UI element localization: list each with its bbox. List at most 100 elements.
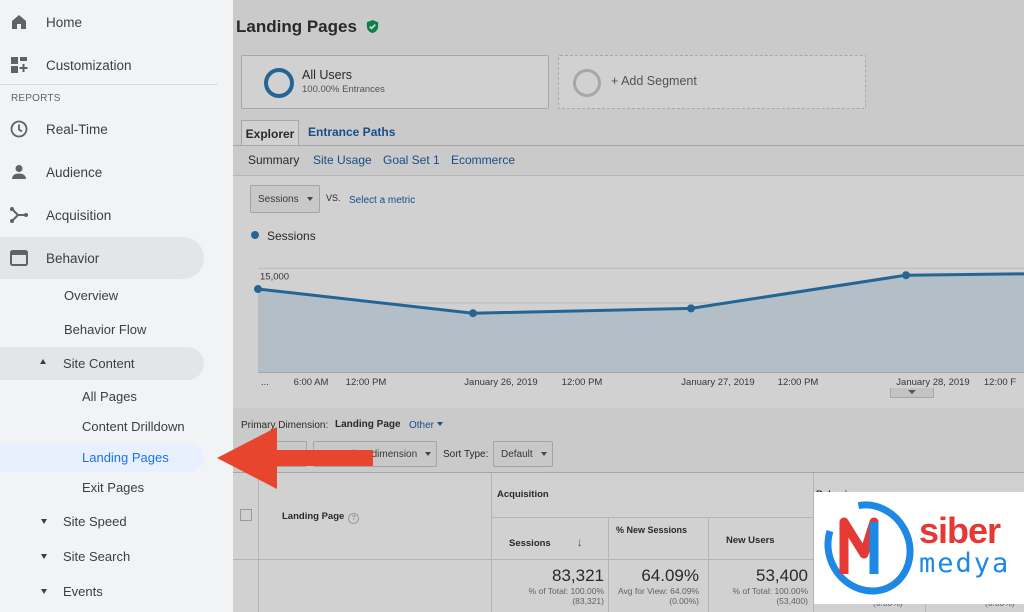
sidebar-item-audience[interactable]: Audience: [0, 151, 204, 193]
caret-down-icon: [41, 589, 47, 594]
data-point: [687, 304, 695, 313]
sidebar-item-site-speed[interactable]: Site Speed: [0, 508, 204, 536]
sessions-total-cell: 83,321 % of Total: 100.00% (83,321): [491, 566, 604, 606]
tab-explorer[interactable]: Explorer: [241, 120, 299, 146]
behavior-icon: [10, 250, 28, 266]
sidebar-item-label: Events: [63, 584, 103, 599]
acquisition-group-header: Acquisition: [497, 489, 549, 500]
sidebar-item-label: Audience: [46, 164, 103, 180]
home-icon: [12, 15, 26, 29]
subtab-site-usage[interactable]: Site Usage: [313, 153, 372, 167]
legend-label: Sessions: [267, 229, 316, 243]
area-fill: [258, 273, 1024, 372]
x-tick-label: 6:00 AM: [294, 377, 329, 388]
subtab-ecommerce[interactable]: Ecommerce: [451, 153, 515, 167]
chevron-down-icon: [540, 452, 547, 456]
divider: [233, 145, 1024, 146]
subtab-summary[interactable]: Summary: [248, 153, 299, 167]
column-label: Sessions: [509, 538, 551, 549]
sidebar-item-label: Customization: [46, 57, 132, 73]
sidebar-item-acquisition[interactable]: Acquisition: [0, 194, 204, 236]
sessions-absolute: (83,321): [572, 596, 604, 606]
sidebar-item-label: Home: [46, 14, 83, 30]
sort-type-value: Default: [501, 448, 533, 460]
sidebar-item-content-drilldown[interactable]: Content Drilldown: [82, 419, 185, 434]
new-users-percent: % of Total: 100.00%: [732, 586, 808, 596]
divider: [258, 473, 259, 612]
sidebar-item-realtime[interactable]: Real-Time: [0, 108, 204, 150]
select-all-checkbox[interactable]: [240, 509, 252, 521]
sidebar-item-label: Landing Pages: [82, 450, 169, 465]
sidebar: Home Customization REPORTS Real-Time Aud…: [0, 0, 233, 612]
sessions-percent: % of Total: 100.00%: [528, 586, 604, 596]
chart-expand-handle[interactable]: [890, 388, 934, 398]
legend-dot: [251, 231, 259, 239]
sidebar-item-landing-pages[interactable]: Landing Pages: [0, 443, 204, 472]
x-tick-label: January 26, 2019: [464, 377, 537, 388]
x-tick-label: 12:00 PM: [778, 377, 819, 388]
sidebar-item-exit-pages[interactable]: Exit Pages: [82, 480, 144, 495]
red-pointer-arrow-icon: [217, 427, 373, 489]
dimension-other[interactable]: Other: [409, 420, 444, 431]
sidebar-item-events[interactable]: Events: [0, 578, 204, 606]
new-sessions-total-cell: 64.09% Avg for View: 64.09% (0.00%): [608, 566, 699, 606]
help-icon[interactable]: ?: [348, 513, 360, 524]
sidebar-item-overview[interactable]: Overview: [64, 288, 118, 303]
sidebar-item-label: Site Search: [63, 549, 131, 564]
landing-page-column-header[interactable]: Landing Page?: [282, 511, 360, 524]
segment-all-users[interactable]: All Users 100.00% Entrances: [241, 55, 549, 109]
chevron-down-icon: [425, 452, 432, 456]
tab-entrance-paths[interactable]: Entrance Paths: [308, 125, 395, 139]
logo-text-medya: medya: [919, 548, 1011, 579]
sessions-line-chart: Sessions15,00010,0005,000...6:00 AM12:00…: [251, 229, 1024, 388]
data-point: [469, 309, 477, 318]
new-sessions-column-header[interactable]: % New Sessions: [616, 525, 687, 535]
siber-medya-logo: siber medya: [814, 492, 1024, 604]
person-icon: [12, 165, 26, 179]
sidebar-item-behavior-flow[interactable]: Behavior Flow: [64, 322, 146, 337]
reports-header: REPORTS: [11, 93, 61, 104]
divider: [0, 84, 218, 85]
new-sessions-total: 64.09%: [641, 566, 699, 585]
clock-icon: [10, 120, 28, 138]
subtab-goal-set[interactable]: Goal Set 1: [383, 153, 440, 167]
new-users-column-header[interactable]: New Users: [726, 535, 775, 546]
x-tick-label: January 27, 2019: [681, 377, 754, 388]
caret-down-icon: [41, 554, 47, 559]
chart-area: Sessions VS. Select a metric Sessions 15,…: [233, 176, 1024, 408]
sidebar-item-label: Acquisition: [46, 207, 112, 223]
data-point: [254, 285, 262, 294]
dashboard-icon: [11, 57, 28, 73]
column-label: Landing Page: [282, 511, 345, 522]
add-segment-label: + Add Segment: [611, 74, 697, 88]
sidebar-item-all-pages[interactable]: All Pages: [82, 389, 137, 404]
segment-subtitle: 100.00% Entrances: [302, 84, 385, 95]
segment-name: All Users: [302, 68, 353, 82]
dimension-other-label: Other: [409, 420, 435, 431]
sort-type-label: Sort Type:: [443, 449, 489, 460]
segment-circle-icon: [264, 68, 294, 98]
sidebar-item-site-search[interactable]: Site Search: [0, 543, 204, 571]
new-sessions-delta: (0.00%): [669, 596, 699, 606]
caret-up-icon: [40, 359, 46, 364]
x-tick-label: January 28, 2019: [896, 377, 969, 388]
new-users-total-cell: 53,400 % of Total: 100.00% (53,400): [708, 566, 808, 606]
empty-circle-icon: [573, 69, 601, 97]
sessions-column-header[interactable]: Sessions ↓: [509, 535, 583, 549]
sidebar-item-site-content[interactable]: Site Content: [0, 347, 204, 380]
sidebar-item-home[interactable]: Home: [0, 1, 204, 43]
data-point: [902, 271, 910, 280]
sessions-total: 83,321: [552, 566, 604, 585]
x-tick-label: ...: [261, 377, 269, 388]
sidebar-item-behavior[interactable]: Behavior: [0, 237, 204, 279]
sort-arrow-down-icon: ↓: [576, 535, 583, 549]
page-title-text: Landing Pages: [236, 17, 357, 36]
sidebar-item-label: Site Speed: [63, 514, 127, 529]
chevron-down-icon: [437, 422, 444, 426]
sidebar-item-label: Site Content: [63, 356, 135, 371]
x-tick-label: 12:00 PM: [562, 377, 603, 388]
acquisition-icon: [10, 207, 28, 223]
sort-type-select[interactable]: Default: [493, 441, 553, 467]
add-segment-button[interactable]: + Add Segment: [558, 55, 866, 109]
sidebar-item-customization[interactable]: Customization: [0, 44, 204, 86]
